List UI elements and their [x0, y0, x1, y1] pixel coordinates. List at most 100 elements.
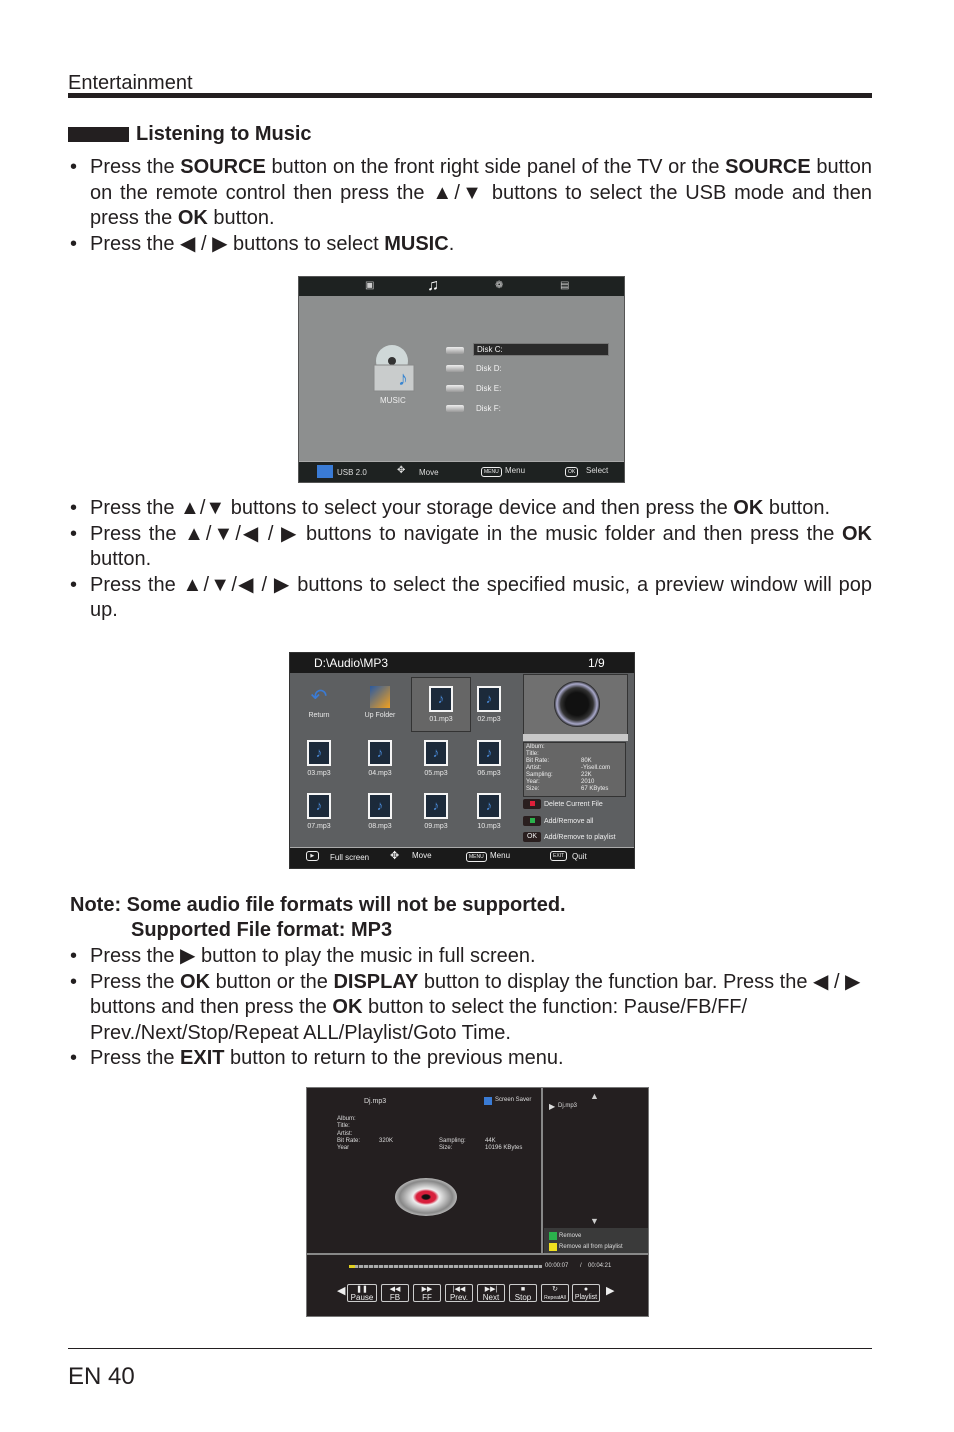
remove-all-action[interactable]: Remove all from playlist [559, 1244, 623, 1250]
preview-window [523, 674, 628, 738]
media-tab-bar: ▣ ♫ ❁ ▤ [299, 277, 624, 296]
move-label: Move [412, 851, 432, 860]
section-header: Entertainment [68, 72, 193, 94]
bullets-c: • Press the ▶ button to play the music in… [68, 944, 872, 1072]
file-tile[interactable]: ♪ 08.mp3 [350, 793, 410, 830]
scroll-down-icon[interactable]: ▼ [590, 1216, 599, 1226]
menu-key-icon: MENU [466, 852, 487, 862]
progress-fill [349, 1265, 355, 1268]
movie-icon[interactable]: ❁ [495, 280, 503, 291]
now-playing-file: Dj.mp3 [364, 1098, 387, 1105]
file-tile[interactable]: ♪ 06.mp3 [459, 740, 519, 777]
delete-file-action[interactable]: Delete Current File [523, 799, 603, 809]
right-arrow-icon[interactable]: ▶ [606, 1284, 614, 1297]
file-tile[interactable]: ♪ 03.mp3 [289, 740, 349, 777]
info-value: 320K [379, 1138, 394, 1144]
pane-divider [541, 1088, 543, 1254]
file-tile[interactable]: ♪ 02.mp3 [459, 686, 519, 723]
usb-label: USB 2.0 [337, 468, 367, 477]
move-icon: ✥ [397, 465, 406, 476]
select-label: Select [586, 466, 609, 475]
exit-key-icon: EXIT [550, 851, 568, 861]
screen1-footer: USB 2.0 ✥ Move MENU Menu OK Select [299, 461, 624, 482]
music-icon[interactable]: ♫ [427, 277, 439, 295]
playback-progress-bar[interactable] [349, 1265, 542, 1268]
left-arrow-icon[interactable]: ◀ [337, 1284, 345, 1297]
svg-text:♪: ♪ [398, 368, 408, 390]
stop-button[interactable]: ■ Stop [509, 1284, 537, 1302]
scroll-up-icon[interactable]: ▲ [590, 1091, 599, 1101]
red-key-icon [523, 799, 541, 809]
pause-button[interactable]: ❚❚ Pause [347, 1284, 377, 1302]
full-screen-label: Full screen [330, 853, 370, 862]
screen-saver-checkbox[interactable] [484, 1097, 492, 1105]
disc-icon [395, 1178, 457, 1216]
preview-progress-bar [523, 734, 628, 741]
text-icon[interactable]: ▤ [560, 280, 569, 291]
usb-icon [317, 465, 333, 478]
file-tile[interactable]: ♪ 04.mp3 [350, 740, 410, 777]
info-key: Bit Rate: [337, 1138, 361, 1144]
remove-action[interactable]: Remove [559, 1233, 581, 1239]
up-folder-tile[interactable]: Up Folder [350, 686, 410, 719]
info-key: Title: [337, 1123, 350, 1129]
quit-label: Quit [572, 852, 587, 861]
drive-icon [446, 405, 464, 412]
info-key: Artist: [337, 1131, 353, 1137]
music-player-screen: Dj.mp3 Screen Saver Album: Title: Artist… [306, 1087, 649, 1317]
footer-rule [68, 1348, 872, 1349]
info-value: 44K [485, 1138, 496, 1144]
bullet-item: • Press the ▶ button to play the music in… [70, 945, 536, 967]
add-remove-all-action[interactable]: Add/Remove all [523, 816, 593, 826]
file-tile[interactable]: ♪ 05.mp3 [406, 740, 466, 777]
bullet-item: • Press the EXIT button to return to the … [70, 1047, 564, 1070]
info-key: Album: [337, 1116, 356, 1122]
photo-icon[interactable]: ▣ [365, 280, 374, 291]
heading-text: Listening to Music [136, 123, 312, 145]
bullet-item: • Press the ◀ / ▶ buttons to select MUSIC… [70, 232, 455, 255]
bullets-a: • Press the SOURCE button on the front ri… [68, 155, 872, 257]
note-block: Note: Some audio file formats will not b… [70, 893, 566, 943]
info-key: Size: [439, 1145, 453, 1151]
green-key-icon [523, 816, 541, 826]
playlist-item[interactable]: Dj.mp3 [558, 1103, 577, 1109]
next-button[interactable]: ▶▶| Next [477, 1284, 505, 1302]
info-value: 10196 KBytes [485, 1145, 523, 1151]
yellow-key-icon [549, 1243, 557, 1251]
speaker-icon [554, 681, 600, 727]
heading-marker [68, 127, 129, 142]
add-remove-playlist-action[interactable]: OK Add/Remove to playlist [523, 832, 616, 842]
ok-key-icon: OK [523, 832, 541, 842]
move-icon: ✥ [390, 850, 400, 862]
playlist-button[interactable]: ● Playlist [572, 1284, 600, 1302]
ff-button[interactable]: ▶▶ FF [413, 1284, 441, 1302]
total-time: 00:04:21 [588, 1263, 612, 1269]
fb-button[interactable]: ◀◀ FB [381, 1284, 409, 1302]
move-label: Move [419, 468, 439, 477]
header-rule [68, 93, 872, 98]
screen2-footer: ▶ Full screen ✥ Move MENU Menu EXIT Quit [290, 847, 634, 868]
bullet-item: • Press the ▲/▼ buttons to select your st… [70, 497, 830, 519]
file-info-panel: Album: Title: Bit Rate: 80K Artist: -Yisel… [523, 742, 626, 797]
time-separator: / [580, 1263, 582, 1269]
note-line: Supported File format: MP3 [131, 919, 393, 941]
page-indicator: 1/9 [588, 656, 605, 670]
return-tile[interactable]: ↶ Return [289, 686, 349, 719]
browser-title-bar: D:\Audio\MP3 1/9 [290, 653, 634, 673]
file-tile[interactable]: ♪ 10.mp3 [459, 793, 519, 830]
info-key: Sampling: [439, 1138, 466, 1144]
file-tile[interactable]: ♪ 07.mp3 [289, 793, 349, 830]
elapsed-time: 00:00:07 [545, 1263, 569, 1269]
file-tile[interactable]: ♪ 09.mp3 [406, 793, 466, 830]
music-category-label: MUSIC [380, 396, 406, 405]
info-key: Year [337, 1145, 350, 1151]
repeat-all-button[interactable]: ↻ RepeatAll [541, 1284, 569, 1302]
bullets-b: • Press the ▲/▼ buttons to select your st… [68, 496, 872, 624]
play-key-icon: ▶ [306, 851, 319, 861]
menu-label: Menu [490, 851, 511, 860]
menu-label: Menu [505, 466, 526, 475]
prev-button[interactable]: |◀◀ Prev. [445, 1284, 473, 1302]
drive-icon [446, 385, 464, 392]
bullet-item: • Press the SOURCE button on the front ri… [70, 156, 872, 230]
bullet-item: • Press the OK button or the DISPLAY butt… [70, 970, 861, 1044]
